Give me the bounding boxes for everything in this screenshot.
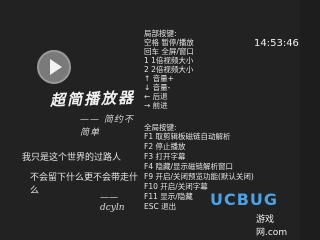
shortcut-line: → 前进 <box>144 101 168 110</box>
shortcut-line: 2 2倍视频大小 <box>144 65 194 74</box>
watermark-sub: 游戏网.com <box>256 215 288 238</box>
quote-line-1: 我只是这个世界的过路人 <box>22 153 122 163</box>
watermark-logo: UCBUG <box>210 190 279 209</box>
site-watermark: UCBUG 游戏网.com <box>210 190 290 238</box>
video-area[interactable]: 超简播放器 —— 简约不简单 我只是这个世界的过路人 不会留下什么更不会带走什么… <box>0 0 140 240</box>
shortcut-line: F3 打开字幕 <box>144 152 186 161</box>
shortcut-line: 空格 暂停/播放 <box>144 38 194 47</box>
shortcut-line: ↑ 音量+ <box>144 74 174 83</box>
shortcut-line: 1 1倍视频大小 <box>144 56 194 65</box>
local-keys-header: 局部按键: <box>144 29 177 38</box>
brand-tagline: —— 简约不简单 <box>80 115 134 138</box>
global-keys-header: 全局按键: <box>144 123 177 132</box>
shortcut-line: F10 开启/关闭字幕 <box>144 182 208 191</box>
clock: 14:53:46 <box>254 38 299 49</box>
play-icon <box>50 59 62 75</box>
shortcut-line: F1 取剪辑板磁链自动解析 <box>144 132 231 141</box>
shortcut-line: 回车 全屏/窗口 <box>144 47 194 56</box>
shortcut-line: ESC 退出 <box>144 202 177 211</box>
shortcut-line: F2 停止播放 <box>144 142 186 151</box>
brand-title: 超简播放器 <box>49 88 136 110</box>
play-button[interactable] <box>37 50 71 84</box>
shortcut-line: F9 开启/关闭预览功能(默认关闭) <box>144 172 254 181</box>
shortcut-line: ↓ 音量- <box>144 83 171 92</box>
player-window: 超简播放器 —— 简约不简单 我只是这个世界的过路人 不会留下什么更不会带走什么… <box>0 0 300 240</box>
shortcut-line: F4 隐藏/显示磁链解析窗口 <box>144 162 233 171</box>
shortcut-line: ← 后退 <box>144 92 168 101</box>
signature: —— dcyln <box>100 193 125 213</box>
shortcut-line: F11 显示/隐藏 <box>144 192 193 201</box>
